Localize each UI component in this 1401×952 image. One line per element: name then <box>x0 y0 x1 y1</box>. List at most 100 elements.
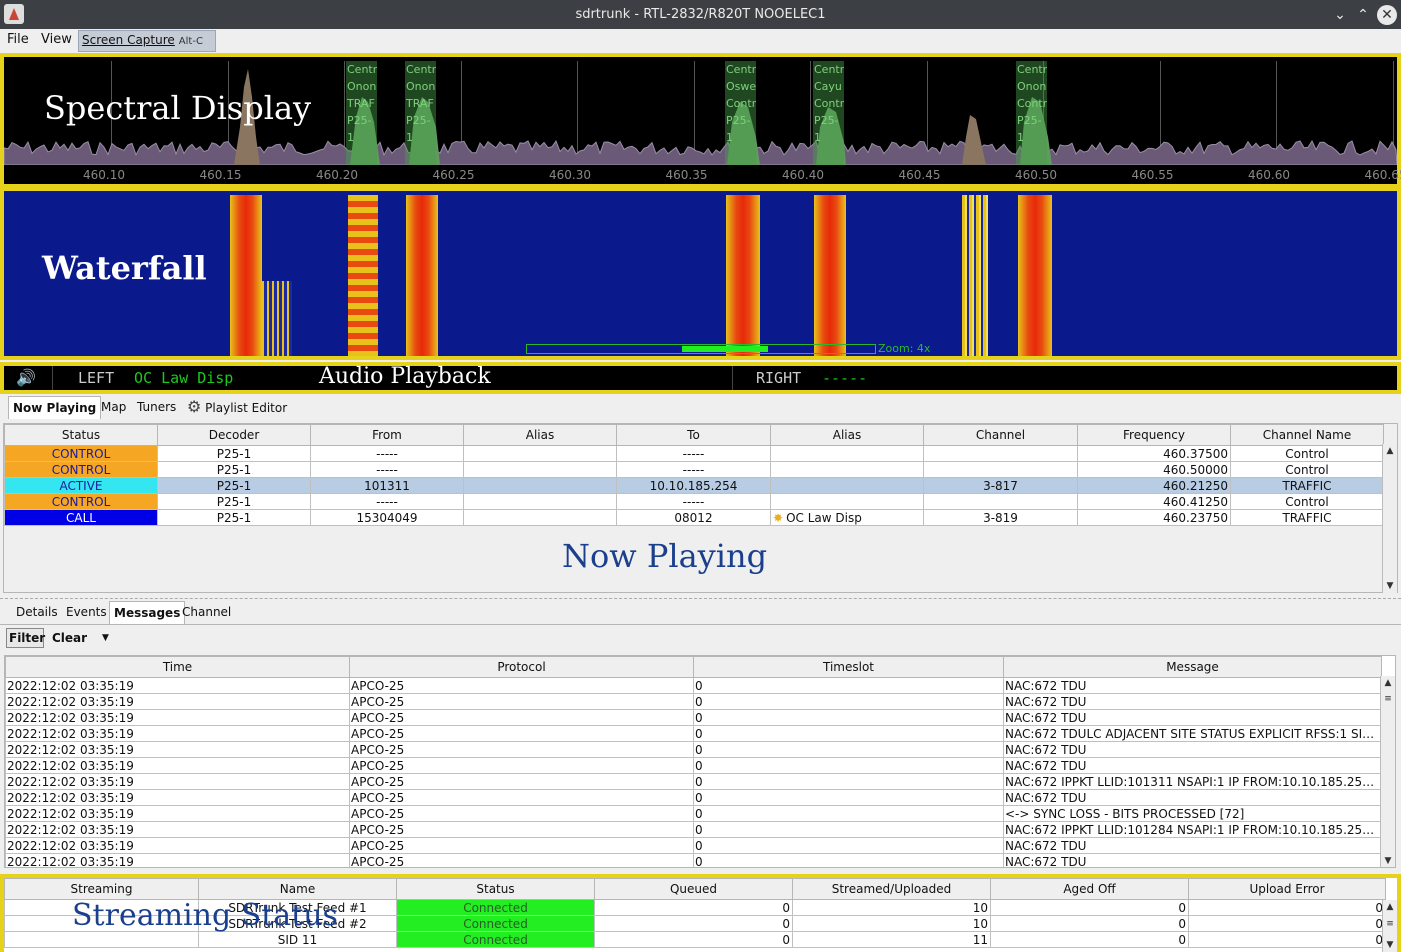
table-row[interactable]: 2022:12:02 03:35:19 APCO-25 0 NAC:672 TDU <box>5 757 1382 774</box>
table-cell-frequency: 460.21250 <box>1077 477 1231 494</box>
column-header[interactable]: Protocol <box>349 656 694 678</box>
table-row[interactable]: CONTROL P25-1 ----- ----- 460.50000 Control <box>4 461 1384 478</box>
channel-marker-text: P25-1 <box>1017 114 1042 144</box>
table-row[interactable]: CALL P25-1 15304049 08012 ✸ OC Law Disp 3-819 4… <box>4 509 1384 526</box>
table-row[interactable]: 2022:12:02 03:35:19 APCO-25 0 NAC:672 IPPKT… <box>5 821 1382 838</box>
column-header[interactable]: Upload Error <box>1188 878 1386 900</box>
maximize-icon[interactable]: ⌃ <box>1353 5 1373 25</box>
table-cell: APCO-25 <box>349 709 694 726</box>
table-row[interactable]: 2022:12:02 03:35:19 APCO-25 0 NAC:672 TDU <box>5 837 1382 854</box>
close-icon[interactable]: ✕ <box>1377 5 1397 25</box>
tab-map[interactable]: Map <box>97 396 130 418</box>
table-cell: 2022:12:02 03:35:19 <box>5 709 350 726</box>
speaker-icon[interactable]: 🔊 <box>16 368 40 388</box>
spectral-display[interactable]: Centr Onon TRAF P25-1 Centr Onon TRAF P25-1 Cent… <box>0 53 1401 188</box>
column-header[interactable]: Channel Name <box>1230 424 1384 446</box>
chevron-down-icon[interactable]: ▼ <box>102 628 109 648</box>
table-row[interactable]: ACTIVE P25-1 101311 10.10.185.254 3-817 460.2… <box>4 477 1384 494</box>
column-header[interactable]: Streamed/Uploaded <box>792 878 991 900</box>
table-row[interactable]: 2022:12:02 03:35:19 APCO-25 0 <-> SYNC LOSS… <box>5 805 1382 822</box>
frequency-tick-label: 460.15 <box>199 168 242 182</box>
streaming-scrollbar[interactable]: ▲ ≡ ▼ <box>1382 900 1397 952</box>
scroll-thumb-icon[interactable]: ≡ <box>1381 692 1395 706</box>
table-row[interactable]: 2022:12:02 03:35:19 APCO-25 0 NAC:672 TDU <box>5 853 1382 867</box>
table-cell: APCO-25 <box>349 837 694 854</box>
channel-marker-text: Onon <box>406 80 436 93</box>
scroll-down-icon[interactable]: ▼ <box>1383 938 1397 952</box>
tab-events[interactable]: Events <box>62 601 111 623</box>
channel-marker-text: P25-1 <box>814 114 839 144</box>
channel-marker[interactable]: Centr Onon TRAF P25-1 <box>405 61 436 165</box>
table-row[interactable]: CONTROL P25-1 ----- ----- 460.37500 Control <box>4 445 1384 462</box>
table-cell-name: Control <box>1230 493 1384 510</box>
menu-file[interactable]: File <box>7 29 29 51</box>
zoom-scrollbar[interactable] <box>526 344 876 354</box>
scroll-down-icon[interactable]: ▼ <box>1381 854 1395 867</box>
table-row[interactable]: CONTROL P25-1 ----- ----- 460.41250 Control <box>4 493 1384 510</box>
table-row[interactable]: 2022:12:02 03:35:19 APCO-25 0 NAC:672 IPPKT… <box>5 773 1382 790</box>
scroll-down-icon[interactable]: ▼ <box>1383 579 1397 593</box>
messages-scrollbar[interactable]: ▲ ≡ ▼ <box>1380 676 1395 867</box>
waterfall-signal <box>406 195 438 356</box>
now-playing-table-container: Status Decoder From Alias To Alias Channel Freq… <box>3 423 1398 593</box>
table-cell-streamed: 11 <box>792 931 991 948</box>
channel-marker[interactable]: Centr Oswe Contr P25-1 <box>725 61 756 165</box>
table-cell-decoder: P25-1 <box>157 493 311 510</box>
column-header[interactable]: Status <box>4 424 158 446</box>
table-row[interactable]: 2022:12:02 03:35:19 APCO-25 0 NAC:672 TDU <box>5 677 1382 694</box>
table-row[interactable]: 2022:12:02 03:35:19 APCO-25 0 NAC:672 TDU <box>5 709 1382 726</box>
table-cell: 0 <box>693 741 1004 758</box>
splitter[interactable] <box>0 598 1401 599</box>
clear-button[interactable]: Clear <box>52 628 87 648</box>
table-cell-from-alias <box>463 477 617 494</box>
channel-marker-text: Contr <box>1017 97 1047 110</box>
column-header[interactable]: Timeslot <box>693 656 1004 678</box>
table-cell-aged: 0 <box>990 899 1189 916</box>
table-cell: APCO-25 <box>349 741 694 758</box>
table-row[interactable]: 2022:12:02 03:35:19 APCO-25 0 NAC:672 TDU <box>5 741 1382 758</box>
table-row[interactable]: 2022:12:02 03:35:19 APCO-25 0 NAC:672 TDULC… <box>5 725 1382 742</box>
table-row[interactable]: 2022:12:02 03:35:19 APCO-25 0 NAC:672 TDU <box>5 693 1382 710</box>
scroll-up-icon[interactable]: ▲ <box>1383 444 1397 458</box>
channel-marker[interactable]: Centr Onon Contr P25-1 <box>1016 61 1047 165</box>
table-cell-from: ----- <box>310 461 464 478</box>
column-header[interactable]: Time <box>5 656 350 678</box>
filter-button[interactable]: Filter <box>6 628 45 648</box>
scroll-up-icon[interactable]: ▲ <box>1381 676 1395 690</box>
tab-channel[interactable]: Channel <box>178 601 235 623</box>
channel-marker[interactable]: Centr Cayu Contr P25-1 <box>813 61 844 165</box>
column-header[interactable]: Alias <box>770 424 924 446</box>
tab-now-playing[interactable]: Now Playing <box>8 396 102 419</box>
menu-view[interactable]: View <box>41 29 72 51</box>
column-header[interactable]: Decoder <box>157 424 311 446</box>
table-row[interactable]: 2022:12:02 03:35:19 APCO-25 0 NAC:672 TDU <box>5 789 1382 806</box>
channel-marker-text: P25-1 <box>726 114 751 144</box>
column-header[interactable]: Status <box>396 878 595 900</box>
column-header[interactable]: To <box>616 424 771 446</box>
tab-playlist-editor[interactable]: ⚙ Playlist Editor <box>183 396 291 418</box>
channel-marker[interactable]: Centr Onon TRAF P25-1 <box>346 61 377 165</box>
waterfall-display[interactable]: Zoom: 4x Waterfall <box>0 187 1401 360</box>
tab-details[interactable]: Details <box>12 601 62 623</box>
column-header[interactable]: Alias <box>463 424 617 446</box>
now-playing-scrollbar[interactable]: ▲ ▼ <box>1382 444 1397 593</box>
column-header[interactable]: Frequency <box>1077 424 1231 446</box>
column-header[interactable]: Name <box>198 878 397 900</box>
tab-tuners[interactable]: Tuners <box>133 396 180 418</box>
table-cell-frequency: 460.41250 <box>1077 493 1231 510</box>
table-row[interactable]: SID 11 Connected 0 11 0 0 <box>4 931 1386 948</box>
tab-messages[interactable]: Messages <box>109 601 186 624</box>
menu-screen-capture[interactable]: Screen Capture Alt-C <box>78 30 216 52</box>
column-header[interactable]: Channel <box>923 424 1078 446</box>
scroll-thumb-icon[interactable]: ≡ <box>1383 917 1397 931</box>
table-cell-queued: 0 <box>594 899 793 916</box>
table-cell-channel: 3-817 <box>923 477 1078 494</box>
column-header[interactable]: From <box>310 424 464 446</box>
zoom-scrollbar-thumb[interactable] <box>682 346 768 352</box>
column-header[interactable]: Queued <box>594 878 793 900</box>
column-header[interactable]: Message <box>1003 656 1382 678</box>
column-header[interactable]: Streaming <box>4 878 199 900</box>
scroll-up-icon[interactable]: ▲ <box>1383 900 1397 914</box>
column-header[interactable]: Aged Off <box>990 878 1189 900</box>
minimize-icon[interactable]: ⌄ <box>1330 5 1350 25</box>
